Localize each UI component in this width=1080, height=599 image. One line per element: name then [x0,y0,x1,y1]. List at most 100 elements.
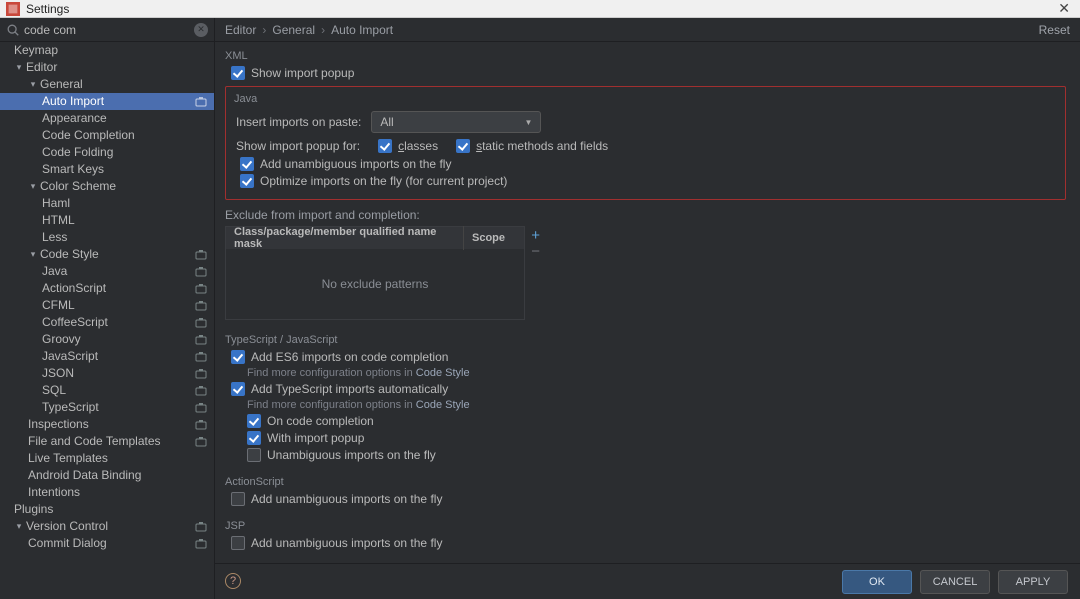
chevron-right-icon: › [262,23,266,37]
chevron-down-icon: ▾ [14,59,24,76]
classes-checkbox[interactable] [378,139,392,153]
on-code-completion-checkbox[interactable] [247,414,261,428]
project-scope-icon [194,282,208,296]
add-exclude-button[interactable]: + [531,227,540,244]
insert-imports-on-paste-combo[interactable]: All ▼ [371,111,541,133]
project-scope-icon [194,95,208,109]
ts-imports-auto-label: Add TypeScript imports automatically [251,382,448,396]
tree-item-editor[interactable]: ▾Editor [0,59,214,76]
project-scope-icon [194,333,208,347]
unambiguous-imports-on-the-fly-label: Unambiguous imports on the fly [267,448,436,462]
tree-item-groovy[interactable]: Groovy [0,331,214,348]
with-import-popup-checkbox[interactable] [247,431,261,445]
settings-search[interactable]: ✕ [0,18,215,41]
code-style-hint-1: Find more configuration options in Code … [247,367,1066,379]
tree-item-code-folding[interactable]: Code Folding [0,144,214,161]
tree-item-plugins[interactable]: Plugins [0,501,214,518]
tree-item-version-control[interactable]: ▾Version Control [0,518,214,535]
jsp-add-unambiguous-label: Add unambiguous imports on the fly [251,536,442,550]
tree-item-inspections[interactable]: Inspections [0,416,214,433]
project-scope-icon [194,367,208,381]
project-scope-icon [194,350,208,364]
tree-item-java[interactable]: Java [0,263,214,280]
breadcrumb-editor[interactable]: Editor [225,23,256,37]
tree-item-android-data-binding[interactable]: Android Data Binding [0,467,214,484]
project-scope-icon [194,248,208,262]
tree-item-javascript[interactable]: JavaScript [0,348,214,365]
breadcrumb: Editor › General › Auto Import Reset [215,18,1080,41]
tree-item-color-scheme[interactable]: ▾Color Scheme [0,178,214,195]
project-scope-icon [194,520,208,534]
show-import-popup-for-label: Show import popup for: [236,139,360,153]
xml-show-import-popup-label: Show import popup [251,66,354,80]
chevron-down-icon: ▾ [28,76,38,93]
tree-item-sql[interactable]: SQL [0,382,214,399]
tree-item-auto-import[interactable]: Auto Import [0,93,214,110]
as-add-unambiguous-checkbox[interactable] [231,492,245,506]
es6-imports-label: Add ES6 imports on code completion [251,350,448,364]
with-import-popup-label: With import popup [267,431,364,445]
chevron-right-icon: › [321,23,325,37]
exclude-table: Class/package/member qualified name mask… [225,226,525,320]
tree-item-actionscript[interactable]: ActionScript [0,280,214,297]
java-section-title: Java [234,93,1057,105]
tree-item-json[interactable]: JSON [0,365,214,382]
tree-item-coffeescript[interactable]: CoffeeScript [0,314,214,331]
xml-show-import-popup-checkbox[interactable] [231,66,245,80]
unambiguous-imports-on-the-fly-checkbox[interactable] [247,448,261,462]
tree-item-live-templates[interactable]: Live Templates [0,450,214,467]
apply-button[interactable]: APPLY [998,570,1068,594]
add-unambiguous-imports-checkbox[interactable] [240,157,254,171]
static-methods-checkbox[interactable] [456,139,470,153]
classes-label: classes [398,139,438,153]
jsp-add-unambiguous-checkbox[interactable] [231,536,245,550]
breadcrumb-auto-import: Auto Import [331,23,393,37]
tree-item-intentions[interactable]: Intentions [0,484,214,501]
dialog-footer: ? OK CANCEL APPLY [215,563,1080,599]
reset-link[interactable]: Reset [1039,23,1070,37]
chevron-down-icon: ▼ [524,118,532,127]
tree-item-less[interactable]: Less [0,229,214,246]
chevron-down-icon: ▾ [28,178,38,195]
chevron-down-icon: ▾ [28,246,38,263]
tree-item-code-style[interactable]: ▾Code Style [0,246,214,263]
tree-item-general[interactable]: ▾General [0,76,214,93]
clear-search-icon[interactable]: ✕ [194,23,208,37]
as-add-unambiguous-label: Add unambiguous imports on the fly [251,492,442,506]
window-title: Settings [26,2,1054,16]
tree-item-commit-dialog[interactable]: Commit Dialog [0,535,214,552]
remove-exclude-button[interactable]: − [531,243,540,260]
exclude-from-import-label: Exclude from import and completion: [225,208,1066,222]
project-scope-icon [194,401,208,415]
optimize-imports-checkbox[interactable] [240,174,254,188]
close-icon[interactable]: ✕ [1054,0,1074,17]
jsp-section-title: JSP [225,520,1066,532]
project-scope-icon [194,316,208,330]
help-icon[interactable]: ? [225,573,241,589]
exclude-col-mask[interactable]: Class/package/member qualified name mask [226,226,464,250]
tree-item-code-completion[interactable]: Code Completion [0,127,214,144]
tree-item-html[interactable]: HTML [0,212,214,229]
tree-item-haml[interactable]: Haml [0,195,214,212]
on-code-completion-label: On code completion [267,414,374,428]
ok-button[interactable]: OK [842,570,912,594]
tree-item-keymap[interactable]: Keymap [0,42,214,59]
app-icon [6,2,20,16]
tree-item-typescript[interactable]: TypeScript [0,399,214,416]
code-style-link[interactable]: Code Style [416,367,470,379]
tree-item-smart-keys[interactable]: Smart Keys [0,161,214,178]
settings-tree: Keymap ▾Editor ▾General Auto Import Appe… [0,42,215,599]
breadcrumb-general[interactable]: General [272,23,315,37]
chevron-down-icon: ▾ [14,518,24,535]
tree-item-file-code-templates[interactable]: File and Code Templates [0,433,214,450]
tree-item-cfml[interactable]: CFML [0,297,214,314]
es6-imports-checkbox[interactable] [231,350,245,364]
cancel-button[interactable]: CANCEL [920,570,990,594]
java-section-box: Java Insert imports on paste: All ▼ Show… [225,86,1066,200]
tree-item-appearance[interactable]: Appearance [0,110,214,127]
code-style-link[interactable]: Code Style [416,399,470,411]
exclude-col-scope[interactable]: Scope [464,232,524,244]
search-input[interactable] [24,23,194,37]
ts-imports-auto-checkbox[interactable] [231,382,245,396]
actionscript-section-title: ActionScript [225,476,1066,488]
